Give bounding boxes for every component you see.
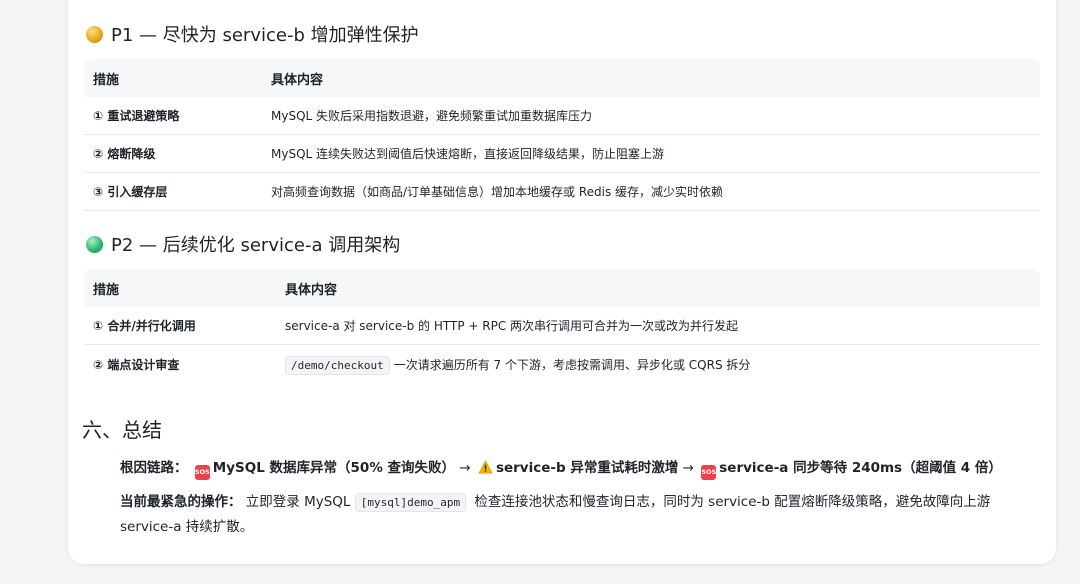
chain-label: 根因链路： bbox=[120, 460, 188, 476]
arrow: → bbox=[459, 460, 471, 476]
root-cause-chain: 根因链路： SOS MySQL 数据库异常（50% 查询失败） → service… bbox=[120, 456, 1002, 480]
content-text: 一次请求遍历所有 7 个下游，考虑按需调用、异步化或 CQRS 拆分 bbox=[393, 357, 751, 372]
sos-icon: SOS bbox=[194, 465, 210, 480]
warning-icon bbox=[478, 460, 493, 474]
header-content: 具体内容 bbox=[285, 282, 338, 298]
content-cell: 对高频查询数据（如商品/订单基础信息）增加本地缓存或 Redis 缓存，减少实时… bbox=[271, 185, 724, 199]
chain-step-3: service-a 同步等待 240ms（超阈值 4 倍） bbox=[719, 460, 1002, 476]
measure-cell: ① 合并/并行化调用 bbox=[93, 319, 196, 333]
measure-cell: ③ 引入缓存层 bbox=[93, 185, 168, 199]
p1-table: 措施 具体内容 ① 重试退避策略 MySQL 失败后采用指数退避，避免频繁重试加… bbox=[84, 59, 1040, 211]
table-row: ② 熔断降级 MySQL 连续失败达到阈值后快速熔断，直接返回降级结果，防止阻塞… bbox=[84, 135, 1040, 173]
table-row: ③ 引入缓存层 对高频查询数据（如商品/订单基础信息）增加本地缓存或 Redis… bbox=[84, 173, 1040, 211]
summary-heading: 六、总结 bbox=[82, 418, 162, 442]
table-row: ① 合并/并行化调用 service-a 对 service-b 的 HTTP … bbox=[84, 307, 1040, 345]
urgent-action: 当前最紧急的操作： 立即登录 MySQL [mysql]demo_apm 检查连… bbox=[120, 490, 1000, 539]
p1-heading: P1 — 尽快为 service-b 增加弹性保护 bbox=[86, 21, 419, 47]
chain-step-2: service-b 异常重试耗时激增 bbox=[495, 460, 679, 476]
p1-title: P1 — 尽快为 service-b 增加弹性保护 bbox=[111, 25, 419, 46]
table-header: 措施 具体内容 bbox=[84, 269, 1040, 307]
header-measure: 措施 bbox=[93, 282, 120, 298]
p2-heading: P2 — 后续优化 service-a 调用架构 bbox=[86, 231, 400, 257]
chain-step-1: MySQL 数据库异常（50% 查询失败） bbox=[212, 460, 456, 476]
yellow-circle-icon bbox=[86, 25, 103, 43]
sos-icon: SOS bbox=[701, 465, 717, 480]
measure-cell: ① 重试退避策略 bbox=[93, 109, 180, 123]
table-row: ② 端点设计审查 /demo/checkout 一次请求遍历所有 7 个下游，考虑… bbox=[84, 345, 1040, 383]
arrow: → bbox=[682, 460, 694, 476]
inline-code: [mysql]demo_apm bbox=[354, 493, 467, 512]
content-cell: MySQL 失败后采用指数退避，避免频繁重试加重数据库压力 bbox=[271, 109, 593, 123]
content-cell: service-a 对 service-b 的 HTTP + RPC 两次串行调… bbox=[285, 319, 739, 333]
measure-cell: ② 端点设计审查 bbox=[93, 357, 180, 372]
table-header: 措施 具体内容 bbox=[84, 59, 1040, 97]
measure-cell: ② 熔断降级 bbox=[93, 147, 156, 161]
p2-table: 措施 具体内容 ① 合并/并行化调用 service-a 对 service-b… bbox=[84, 269, 1040, 383]
urgent-label: 当前最紧急的操作： bbox=[120, 494, 242, 510]
content-cell: /demo/checkout 一次请求遍历所有 7 个下游，考虑按需调用、异步化或… bbox=[285, 355, 751, 375]
urgent-text-pre: 立即登录 MySQL bbox=[245, 494, 351, 510]
header-measure: 措施 bbox=[93, 72, 120, 88]
inline-code: /demo/checkout bbox=[285, 355, 390, 375]
content-cell: MySQL 连续失败达到阈值后快速熔断，直接返回降级结果，防止阻塞上游 bbox=[271, 147, 665, 161]
p2-title: P2 — 后续优化 service-a 调用架构 bbox=[111, 235, 401, 256]
header-content: 具体内容 bbox=[271, 72, 324, 88]
table-row: ① 重试退避策略 MySQL 失败后采用指数退避，避免频繁重试加重数据库压力 bbox=[84, 97, 1040, 135]
green-circle-icon bbox=[86, 235, 103, 253]
